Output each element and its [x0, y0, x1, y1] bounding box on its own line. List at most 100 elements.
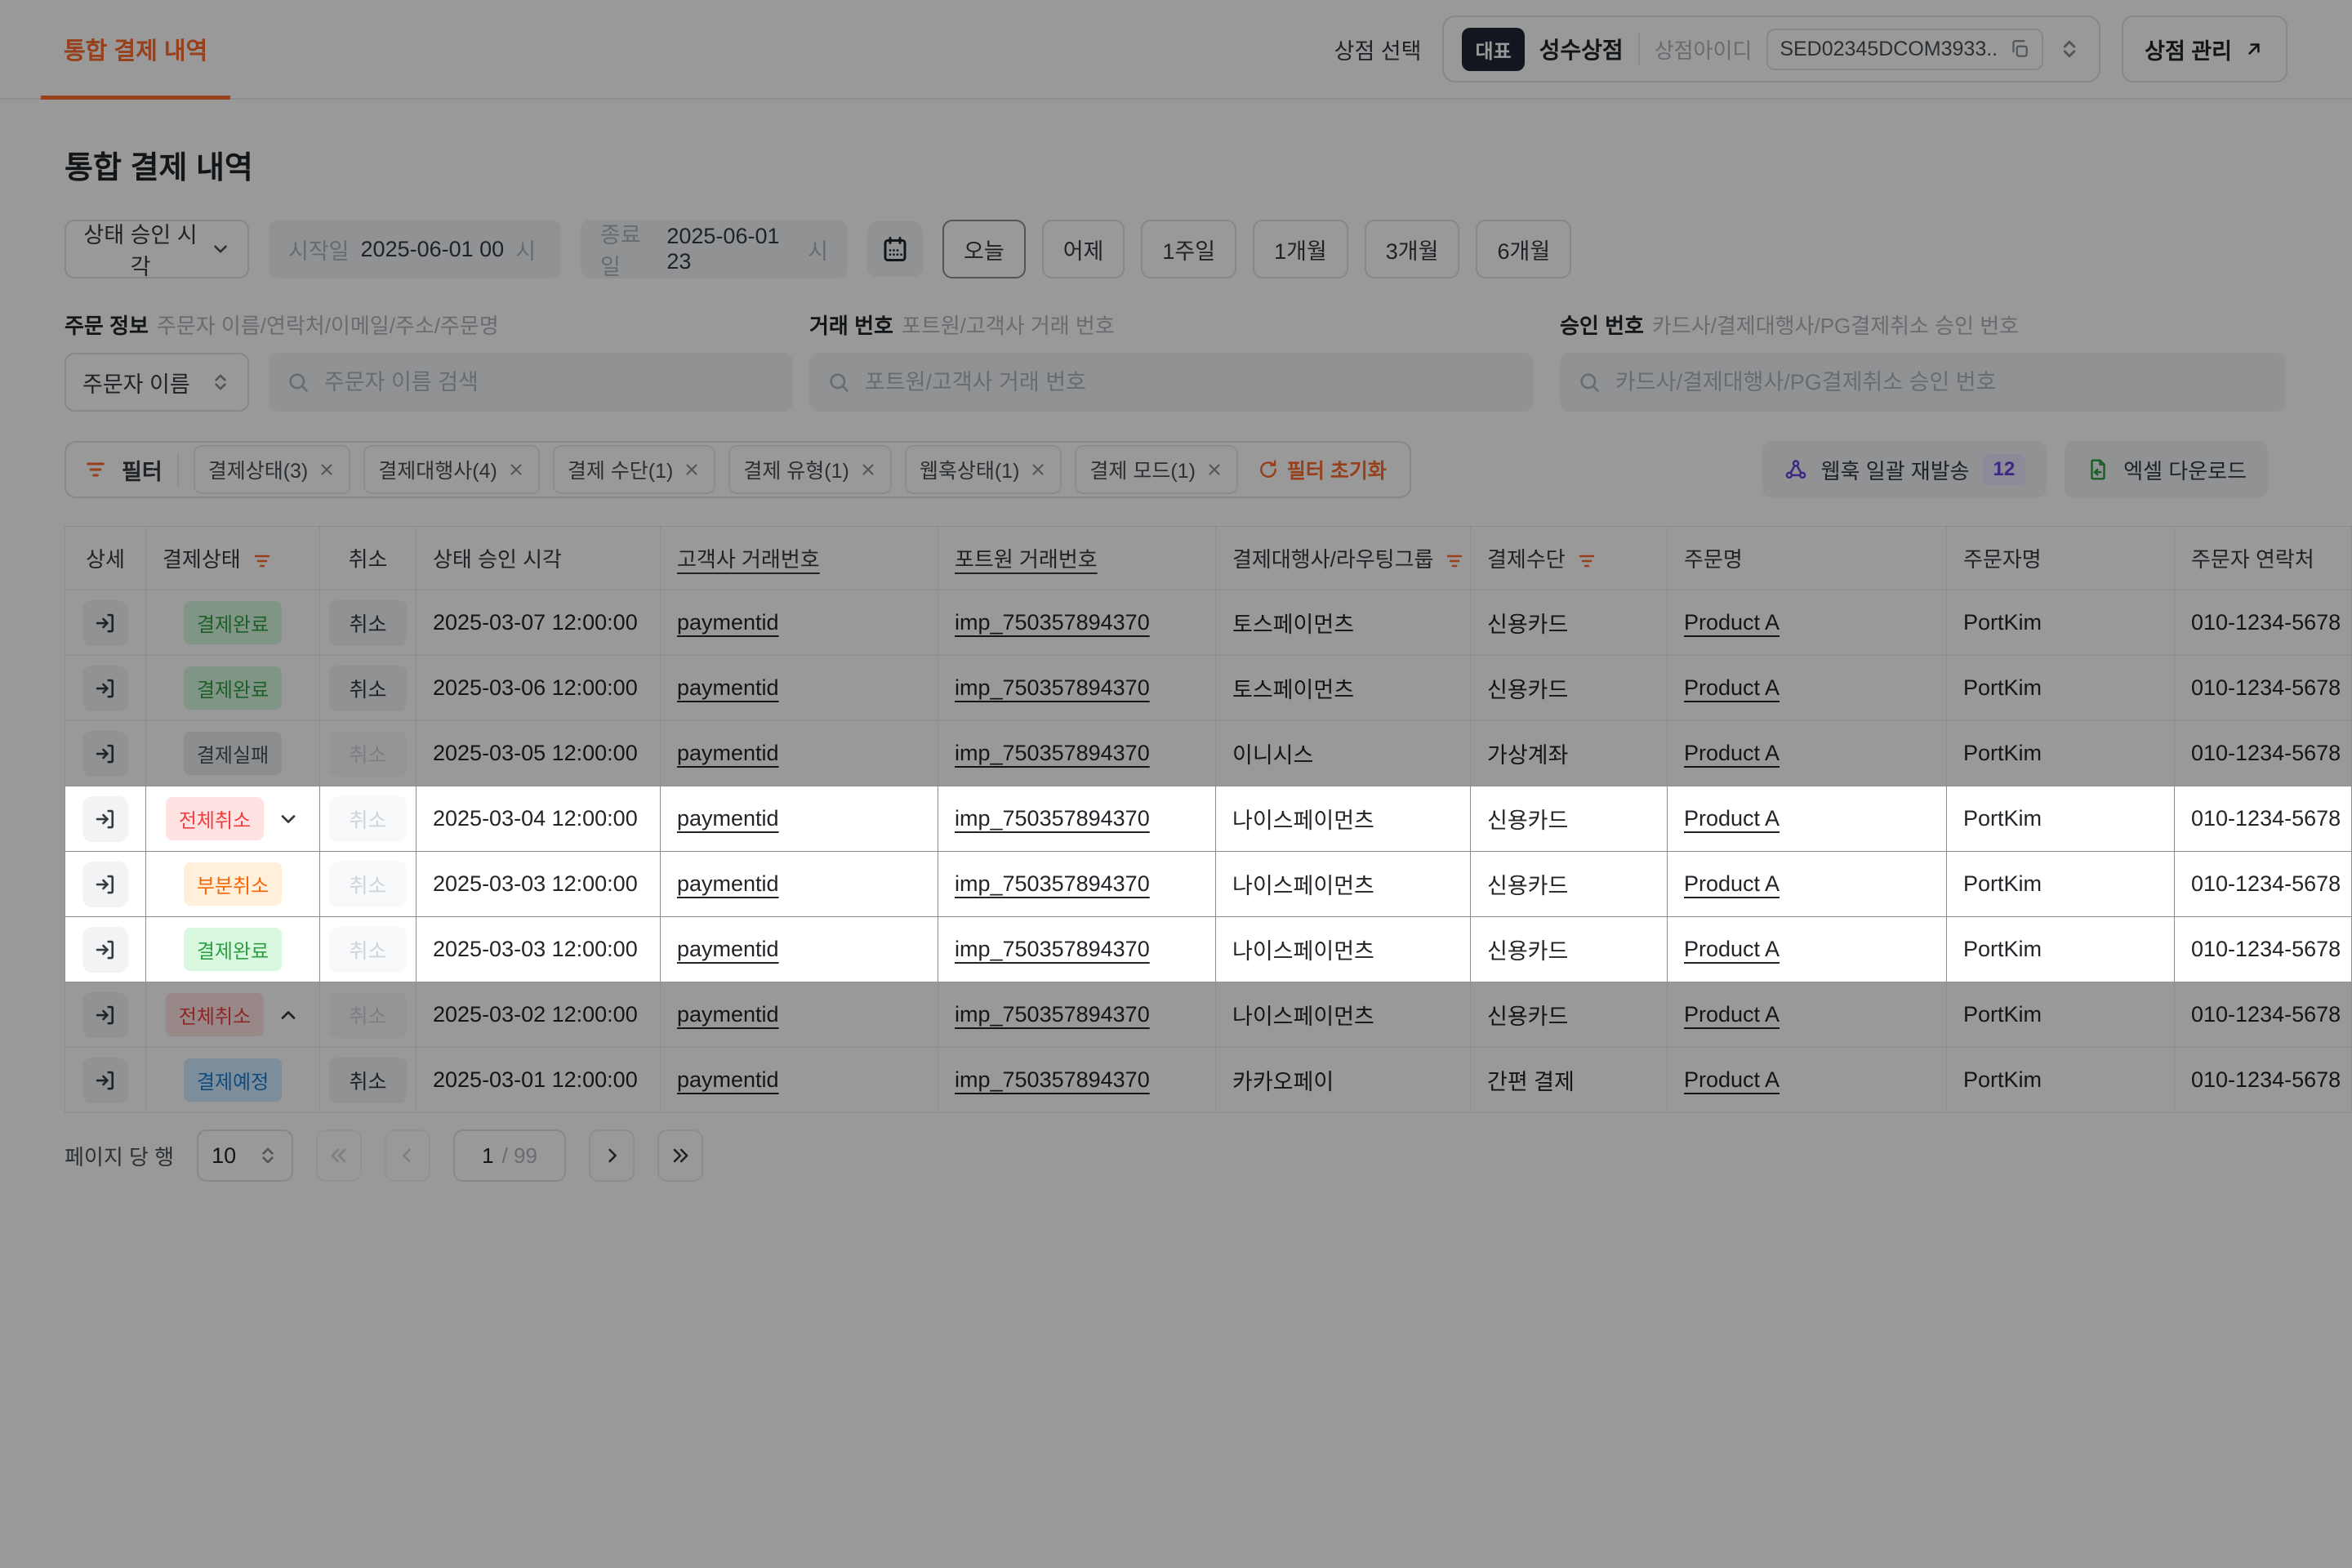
row-detail-button[interactable]: [82, 600, 128, 646]
contact-cell: 010-1234-5678: [2175, 1048, 2352, 1113]
filter-chip-label: 웹훅상태(1): [920, 455, 1020, 484]
portone-tx-link[interactable]: imp_750357894370: [955, 1002, 1150, 1027]
store-manage-button[interactable]: 상점 관리: [2122, 16, 2287, 82]
portone-tx-link[interactable]: imp_750357894370: [955, 937, 1150, 961]
quick-range-button[interactable]: 1개월: [1253, 220, 1348, 278]
filter-chip[interactable]: 결제 모드(1): [1075, 445, 1238, 494]
webhook-resend-button[interactable]: 웹훅 일괄 재발송 12: [1762, 441, 2047, 498]
start-date-input[interactable]: 시작일 2025-06-01 00 시: [269, 220, 561, 278]
column-filter-icon[interactable]: [252, 551, 272, 571]
order-name-link[interactable]: Product A: [1684, 610, 1780, 635]
customer-tx-link[interactable]: paymentid: [677, 806, 779, 831]
copy-icon[interactable]: [2009, 38, 2030, 60]
chip-remove-icon[interactable]: [1205, 461, 1223, 479]
expand-chevron-icon[interactable]: [277, 1004, 300, 1027]
approved-at-cell: 2025-03-07 12:00:00: [416, 590, 661, 656]
order-name-link[interactable]: Product A: [1684, 1067, 1780, 1092]
next-page-button[interactable]: [589, 1129, 635, 1182]
customer-tx-link[interactable]: paymentid: [677, 871, 779, 896]
customer-tx-link[interactable]: paymentid: [677, 1067, 779, 1092]
order-name-link[interactable]: Product A: [1684, 741, 1780, 765]
row-detail-button[interactable]: [82, 1058, 128, 1103]
row-detail-button[interactable]: [82, 927, 128, 973]
column-filter-icon[interactable]: [1445, 551, 1464, 571]
quick-range-button[interactable]: 1주일: [1141, 220, 1236, 278]
pg-cell: 나이스페이먼츠: [1216, 852, 1471, 917]
last-page-button[interactable]: [657, 1129, 703, 1182]
filter-chip[interactable]: 결제 유형(1): [728, 445, 892, 494]
chevrons-updown-icon[interactable]: [2058, 38, 2081, 60]
cancel-button[interactable]: 취소: [329, 600, 406, 646]
expand-chevron-icon[interactable]: [277, 808, 300, 831]
portone-tx-link[interactable]: imp_750357894370: [955, 741, 1150, 765]
order-name-link[interactable]: Product A: [1684, 937, 1780, 961]
rows-per-page-select[interactable]: 10: [197, 1129, 293, 1182]
portone-tx-link[interactable]: imp_750357894370: [955, 675, 1150, 700]
tab-integrated-payments[interactable]: 통합 결제 내역: [41, 0, 230, 98]
page-number-box[interactable]: 1 / 99: [453, 1129, 566, 1182]
chip-remove-icon[interactable]: [859, 461, 877, 479]
chip-remove-icon[interactable]: [507, 461, 525, 479]
table-header-row: 상세결제상태취소상태 승인 시각고객사 거래번호포트원 거래번호결제대행사/라우…: [65, 527, 2352, 590]
store-select-label: 상점 선택: [1334, 33, 1422, 65]
pg-cell: 이니시스: [1216, 721, 1471, 786]
row-detail-button[interactable]: [82, 796, 128, 842]
customer-tx-link[interactable]: paymentid: [677, 741, 779, 765]
quick-range-button[interactable]: 3개월: [1365, 220, 1460, 278]
column-filter-icon[interactable]: [1577, 551, 1597, 571]
calendar-button[interactable]: [867, 221, 923, 277]
chip-remove-icon[interactable]: [683, 461, 701, 479]
quick-range-button[interactable]: 6개월: [1476, 220, 1571, 278]
filter-chip[interactable]: 결제 수단(1): [553, 445, 716, 494]
customer-tx-link[interactable]: paymentid: [677, 610, 779, 635]
customer-tx-link[interactable]: paymentid: [677, 675, 779, 700]
customer-tx-link[interactable]: paymentid: [677, 937, 779, 961]
end-date-suffix: 시: [808, 234, 828, 265]
chip-remove-icon[interactable]: [1029, 461, 1047, 479]
portone-tx-link[interactable]: imp_750357894370: [955, 806, 1150, 831]
cancel-button[interactable]: 취소: [329, 1058, 406, 1103]
row-detail-button[interactable]: [82, 666, 128, 711]
excel-download-button[interactable]: 엑셀 다운로드: [2065, 441, 2268, 498]
approval-number-input[interactable]: [1614, 369, 2268, 396]
cancel-button[interactable]: 취소: [329, 666, 406, 711]
order-name-link[interactable]: Product A: [1684, 806, 1780, 831]
order-info-section: 주문 정보주문자 이름/연락처/이메일/주소/주문명 주문자 이름: [65, 310, 793, 412]
row-detail-button[interactable]: [82, 862, 128, 907]
portone-tx-link[interactable]: imp_750357894370: [955, 1067, 1150, 1092]
order-info-hint: 주문자 이름/연락처/이메일/주소/주문명: [157, 314, 499, 338]
filter-chip[interactable]: 웹훅상태(1): [905, 445, 1062, 494]
order-name-link[interactable]: Product A: [1684, 1002, 1780, 1027]
search-icon: [827, 371, 850, 394]
method-cell: 신용카드: [1471, 656, 1668, 721]
quick-range-button[interactable]: 어제: [1042, 220, 1125, 278]
customer-tx-link[interactable]: paymentid: [677, 1002, 779, 1027]
column-header: 상세: [65, 527, 146, 590]
row-detail-button[interactable]: [82, 992, 128, 1038]
prev-page-button: [385, 1129, 430, 1182]
end-date-input[interactable]: 종료일 2025-06-01 23 시: [581, 220, 848, 278]
row-detail-button[interactable]: [82, 731, 128, 777]
orderer-field-select[interactable]: 주문자 이름: [65, 353, 249, 412]
filter-chip[interactable]: 결제대행사(4): [363, 445, 540, 494]
approved-at-cell: 2025-03-05 12:00:00: [416, 721, 661, 786]
order-name-link[interactable]: Product A: [1684, 675, 1780, 700]
store-id[interactable]: SED02345DCOM3933..: [1766, 29, 2043, 70]
pg-cell: 나이스페이먼츠: [1216, 917, 1471, 982]
orderer-search-input[interactable]: [323, 369, 775, 396]
time-field-select[interactable]: 상태 승인 시각: [65, 220, 249, 278]
approved-at-cell: 2025-03-03 12:00:00: [416, 917, 661, 982]
column-header[interactable]: 포트원 거래번호: [938, 527, 1216, 590]
filter-chip-label: 결제대행사(4): [378, 455, 497, 484]
column-header[interactable]: 고객사 거래번호: [661, 527, 938, 590]
chip-remove-icon[interactable]: [318, 461, 336, 479]
time-field-value: 상태 승인 시각: [82, 217, 198, 281]
filter-reset-button[interactable]: 필터 초기화: [1253, 454, 1392, 485]
portone-tx-link[interactable]: imp_750357894370: [955, 871, 1150, 896]
tx-number-input[interactable]: [863, 369, 1516, 396]
order-name-link[interactable]: Product A: [1684, 871, 1780, 896]
quick-range-button[interactable]: 오늘: [942, 220, 1026, 278]
portone-tx-link[interactable]: imp_750357894370: [955, 610, 1150, 635]
store-selector[interactable]: 대표 성수상점 상점아이디 SED02345DCOM3933..: [1442, 16, 2100, 82]
filter-chip[interactable]: 결제상태(3): [194, 445, 351, 494]
